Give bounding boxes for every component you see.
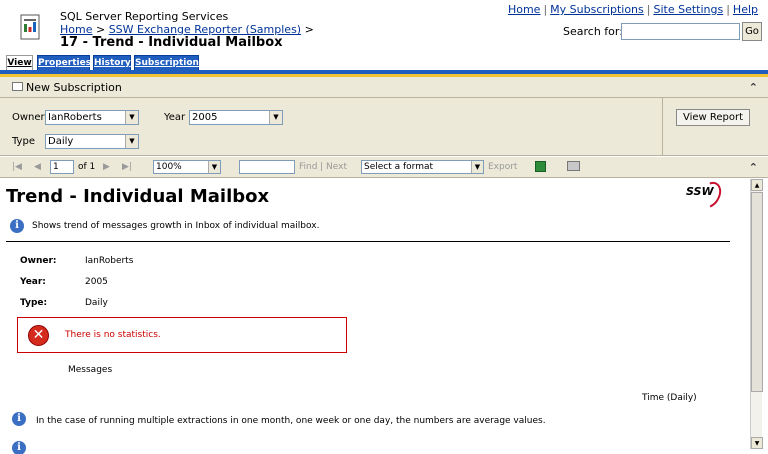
export-format-select[interactable]: Select a format ▼ — [361, 160, 484, 174]
collapse-chevron-icon[interactable]: ⌃ — [749, 161, 758, 174]
view-report-button[interactable]: View Report — [676, 109, 750, 126]
chevron-down-icon: ▼ — [125, 111, 138, 124]
owner-select[interactable]: IanRoberts ▼ — [45, 110, 139, 125]
service-name: SQL Server Reporting Services — [60, 10, 229, 23]
tab-view[interactable]: View — [6, 55, 33, 71]
top-link-site-settings[interactable]: Site Settings — [653, 3, 723, 16]
top-link-help[interactable]: Help — [733, 3, 758, 16]
year-field-value: 2005 — [85, 277, 108, 287]
export-format-value: Select a format — [364, 162, 434, 172]
export-link[interactable]: Export — [488, 162, 517, 172]
tab-history[interactable]: History — [93, 55, 131, 70]
year-field-label: Year: — [20, 277, 46, 287]
search-go-button[interactable]: Go — [742, 22, 762, 41]
tab-bar: View Properties History Subscriptions — [0, 54, 768, 71]
y-axis-label: Messages — [68, 365, 113, 375]
next-page-icon[interactable]: ▶ — [103, 162, 110, 172]
tab-subscriptions[interactable]: Subscriptions — [134, 55, 204, 70]
page-title: 17 - Trend - Individual Mailbox — [60, 35, 283, 50]
type-field-value: Daily — [85, 298, 108, 308]
subscription-bar: New Subscription ⌃ — [0, 77, 768, 98]
year-label: Year — [164, 112, 186, 123]
find-link[interactable]: Find — [299, 162, 317, 172]
next-link[interactable]: Next — [326, 162, 347, 172]
link-divider: | — [320, 162, 324, 172]
page-number-input[interactable]: 1 — [50, 160, 74, 174]
scroll-up-icon[interactable]: ▲ — [751, 179, 763, 191]
owner-label: Owner — [12, 112, 45, 123]
info-icon: i — [10, 219, 24, 233]
parameters-panel: Owner IanRoberts ▼ Year 2005 ▼ Type Dail… — [0, 98, 768, 156]
chevron-down-icon: ▼ — [125, 135, 138, 148]
type-label: Type — [12, 136, 35, 147]
top-link-home[interactable]: Home — [508, 3, 540, 16]
error-message: There is no statistics. — [65, 330, 161, 340]
error-message-box: ✕ There is no statistics. — [17, 317, 347, 353]
tab-properties[interactable]: Properties — [37, 55, 91, 70]
envelope-icon — [12, 82, 23, 91]
type-select[interactable]: Daily ▼ — [45, 134, 139, 149]
x-axis-label: Time (Daily) — [642, 393, 697, 403]
page-count: of 1 — [78, 162, 96, 172]
params-divider — [662, 98, 663, 156]
type-select-value: Daily — [48, 136, 74, 147]
report-note: In the case of running multiple extracti… — [36, 416, 546, 426]
page-header: SQL Server Reporting Services Home > SSW… — [0, 0, 768, 56]
last-page-icon[interactable]: ▶| — [122, 162, 132, 172]
info-icon: i — [12, 441, 26, 454]
scroll-down-icon[interactable]: ▼ — [751, 437, 763, 449]
report-title: Trend - Individual Mailbox — [6, 186, 270, 207]
breadcrumb-separator: > — [304, 23, 314, 36]
top-links: Home | My Subscriptions | Site Settings | Help — [508, 3, 758, 16]
print-icon[interactable] — [567, 161, 580, 171]
type-field-label: Type: — [20, 298, 48, 308]
owner-select-value: IanRoberts — [48, 112, 102, 123]
report-toolbar: |◀ ◀ 1 of 1 ▶ ▶| 100% ▼ Find | Next Sele… — [0, 157, 768, 178]
collapse-chevron-icon[interactable]: ⌃ — [749, 81, 758, 94]
report-description: Shows trend of messages growth in Inbox … — [32, 221, 320, 231]
scrollbar-thumb[interactable] — [751, 192, 763, 392]
zoom-select[interactable]: 100% ▼ — [153, 160, 221, 174]
year-select-value: 2005 — [192, 112, 218, 123]
year-select[interactable]: 2005 ▼ — [189, 110, 283, 125]
link-divider: | — [646, 3, 651, 16]
ssw-logo-swoosh — [694, 179, 726, 213]
chevron-down-icon: ▼ — [471, 161, 483, 173]
first-page-icon[interactable]: |◀ — [12, 162, 22, 172]
owner-field-value: IanRoberts — [85, 256, 134, 266]
refresh-icon[interactable] — [535, 161, 546, 172]
chevron-down-icon: ▼ — [208, 161, 220, 173]
search-input[interactable] — [621, 23, 740, 40]
error-icon: ✕ — [28, 325, 49, 346]
new-subscription-link[interactable]: New Subscription — [26, 81, 122, 94]
zoom-select-value: 100% — [156, 162, 182, 172]
report-viewer: Trend - Individual Mailbox SSW i Shows t… — [0, 179, 750, 454]
search-label: Search for: — [563, 25, 623, 38]
top-link-my-subscriptions[interactable]: My Subscriptions — [550, 3, 644, 16]
info-icon: i — [12, 412, 26, 426]
prev-page-icon[interactable]: ◀ — [34, 162, 41, 172]
report-scrollbar[interactable]: ▲ ▼ — [750, 179, 763, 449]
link-divider: | — [543, 3, 548, 16]
divider-line — [6, 241, 730, 242]
chevron-down-icon: ▼ — [269, 111, 282, 124]
find-input[interactable] — [239, 160, 295, 174]
link-divider: | — [726, 3, 730, 16]
owner-field-label: Owner: — [20, 256, 57, 266]
report-app-icon — [20, 14, 40, 40]
